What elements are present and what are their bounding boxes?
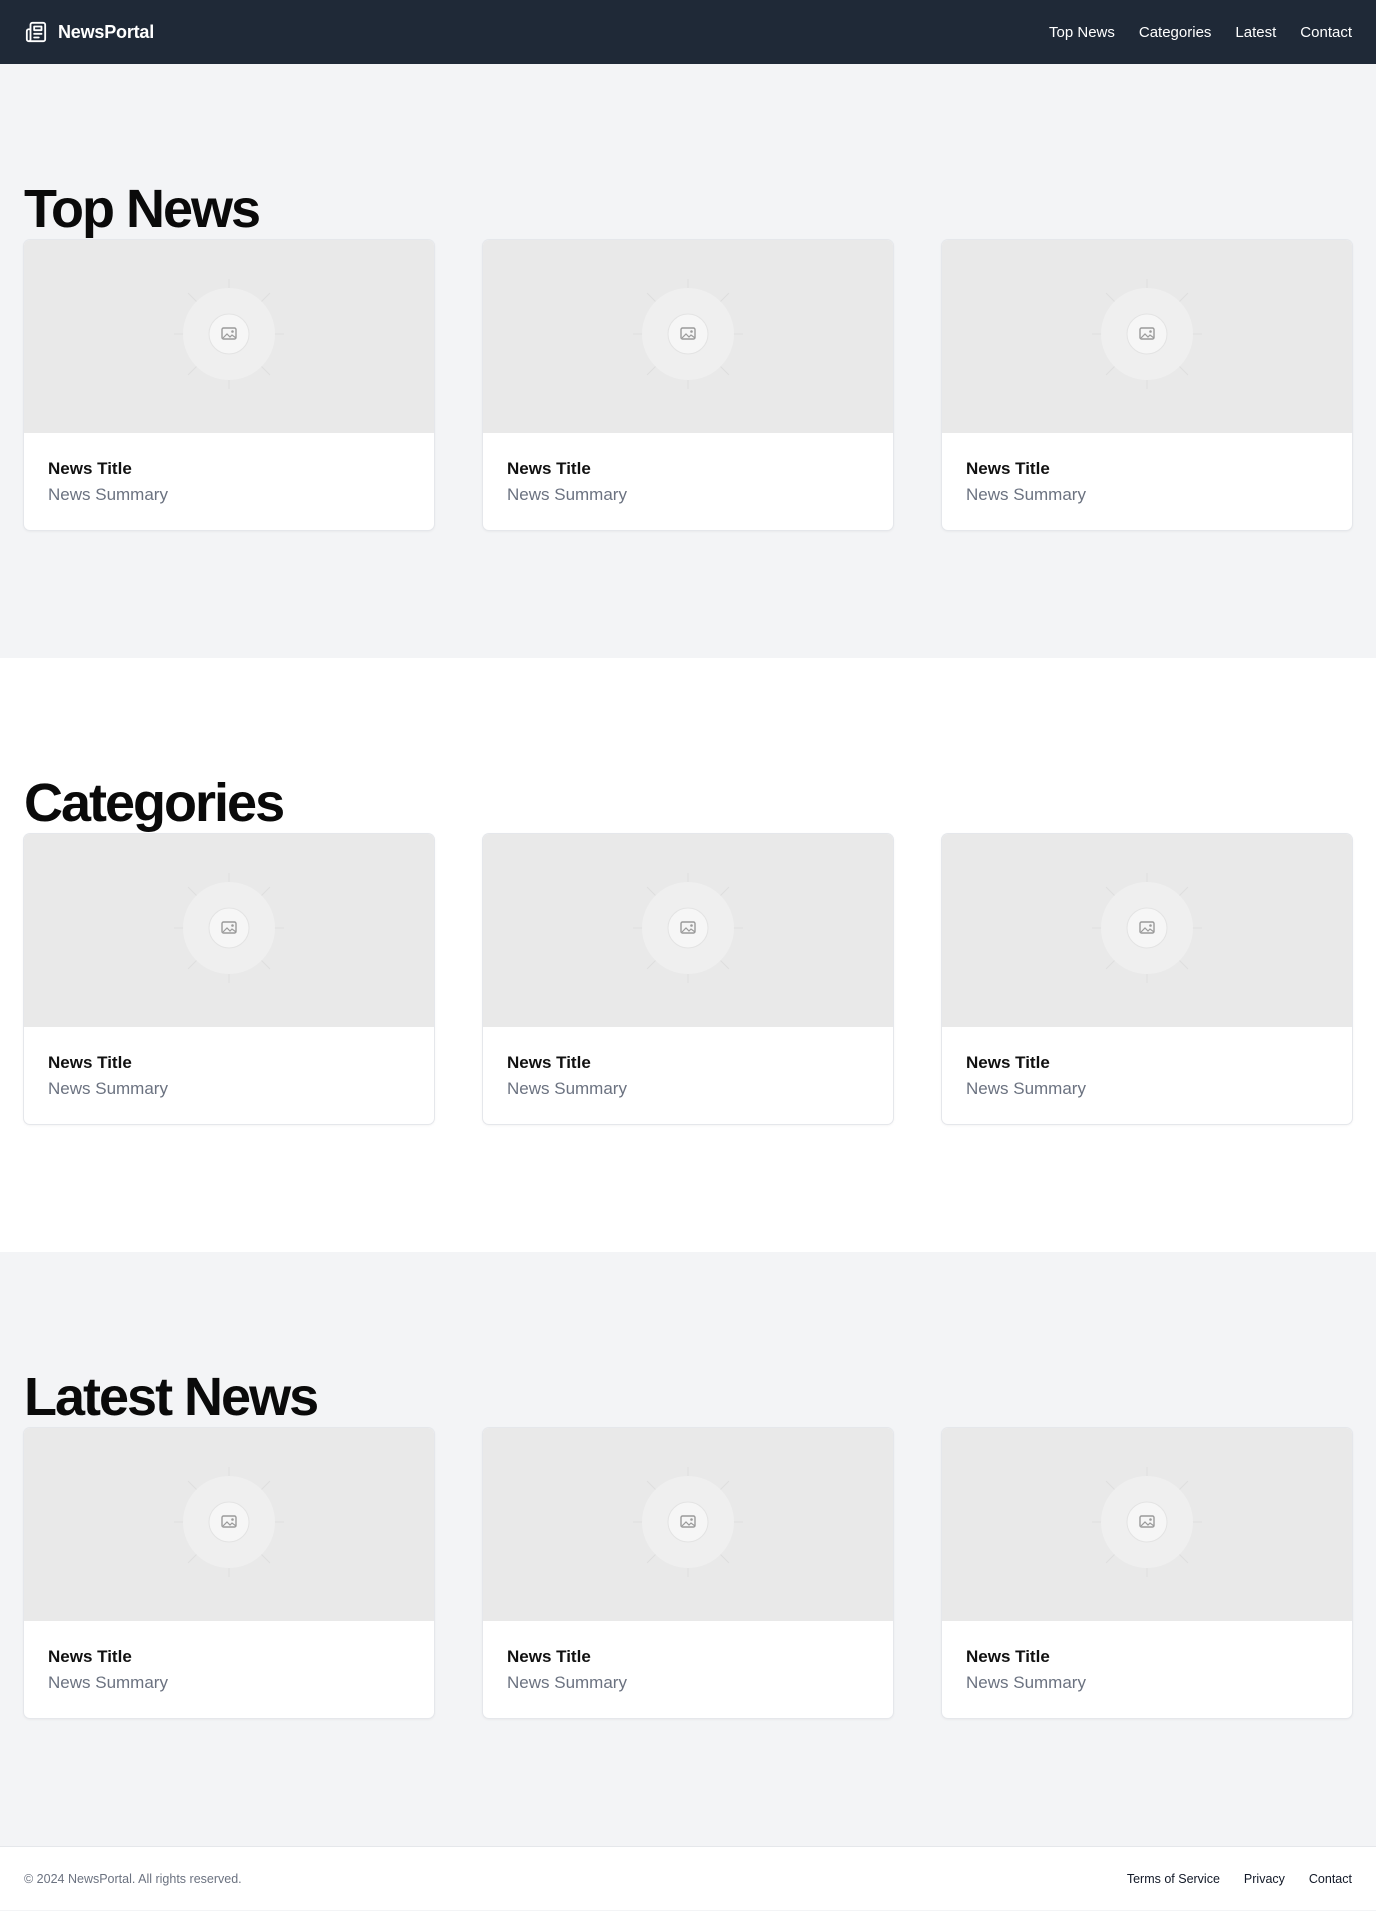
brand-name: NewsPortal (58, 21, 155, 42)
card-image-placeholder (24, 240, 434, 433)
card-image-placeholder (483, 240, 893, 433)
news-title: News Title (48, 459, 132, 478)
newspaper-icon (24, 20, 48, 44)
news-title: News Title (966, 459, 1050, 478)
footer-link-privacy[interactable]: Privacy (1244, 1872, 1285, 1886)
card-image-placeholder (483, 1428, 893, 1621)
section-heading: Latest News (24, 1367, 319, 1427)
card-image-placeholder (24, 834, 434, 1027)
section-heading: Categories (24, 773, 285, 833)
news-card[interactable]: News Title News Summary (24, 834, 434, 1124)
news-summary: News Summary (966, 1079, 1086, 1098)
news-title: News Title (966, 1053, 1050, 1072)
footer-link-contact[interactable]: Contact (1309, 1872, 1352, 1886)
card-grid: News Title News Summary News Title News Sum… (24, 240, 1352, 530)
footer-link-terms[interactable]: Terms of Service (1127, 1872, 1220, 1886)
image-placeholder-icon (174, 279, 284, 394)
news-title: News Title (48, 1647, 132, 1666)
image-placeholder-icon (1092, 279, 1202, 394)
news-title: News Title (966, 1647, 1050, 1666)
news-title: News Title (48, 1053, 132, 1072)
news-title: News Title (507, 1647, 591, 1666)
card-image-placeholder (942, 834, 1352, 1027)
site-footer: © 2024 NewsPortal. All rights reserved. … (0, 1846, 1376, 1910)
top-news-section: Top News News Title News Summary News Titl… (0, 64, 1376, 658)
card-body: News Title News Summary (942, 1621, 1352, 1693)
main-nav: Top News Categories Latest Contact (1049, 24, 1352, 41)
card-body: News Title News Summary (483, 1621, 893, 1693)
card-body: News Title News Summary (942, 1027, 1352, 1099)
news-summary: News Summary (48, 1673, 168, 1692)
card-grid: News Title News Summary News Title News Sum… (24, 834, 1352, 1124)
footer-links: Terms of Service Privacy Contact (1127, 1872, 1352, 1886)
image-placeholder-icon (633, 873, 743, 988)
card-image-placeholder (942, 1428, 1352, 1621)
card-body: News Title News Summary (24, 1027, 434, 1099)
news-card[interactable]: News Title News Summary (942, 1428, 1352, 1718)
card-body: News Title News Summary (483, 433, 893, 505)
main-content: Top News News Title News Summary News Titl… (0, 64, 1376, 1846)
section-heading: Top News (24, 179, 261, 239)
image-placeholder-icon (174, 1467, 284, 1582)
site-header: NewsPortal Top News Categories Latest Co… (0, 0, 1376, 64)
news-summary: News Summary (966, 485, 1086, 504)
card-image-placeholder (942, 240, 1352, 433)
card-body: News Title News Summary (24, 1621, 434, 1693)
image-placeholder-icon (174, 873, 284, 988)
news-summary: News Summary (48, 1079, 168, 1098)
news-summary: News Summary (507, 485, 627, 504)
nav-latest[interactable]: Latest (1235, 24, 1276, 41)
news-summary: News Summary (966, 1673, 1086, 1692)
nav-contact[interactable]: Contact (1300, 24, 1352, 41)
news-card[interactable]: News Title News Summary (942, 240, 1352, 530)
news-title: News Title (507, 1053, 591, 1072)
news-card[interactable]: News Title News Summary (24, 1428, 434, 1718)
categories-section: Categories News Title News Summary News Ti… (0, 658, 1376, 1252)
news-title: News Title (507, 459, 591, 478)
news-card[interactable]: News Title News Summary (483, 240, 893, 530)
card-image-placeholder (24, 1428, 434, 1621)
card-image-placeholder (483, 834, 893, 1027)
news-card[interactable]: News Title News Summary (942, 834, 1352, 1124)
image-placeholder-icon (1092, 1467, 1202, 1582)
news-card[interactable]: News Title News Summary (483, 834, 893, 1124)
card-body: News Title News Summary (942, 433, 1352, 505)
card-grid: News Title News Summary News Title News Sum… (24, 1428, 1352, 1718)
copyright-text: © 2024 NewsPortal. All rights reserved. (24, 1871, 242, 1886)
latest-news-section: Latest News News Title News Summary News T… (0, 1252, 1376, 1846)
news-card[interactable]: News Title News Summary (24, 240, 434, 530)
news-card[interactable]: News Title News Summary (483, 1428, 893, 1718)
card-body: News Title News Summary (483, 1027, 893, 1099)
brand-link[interactable]: NewsPortal (24, 20, 154, 44)
nav-categories[interactable]: Categories (1139, 24, 1212, 41)
card-body: News Title News Summary (24, 433, 434, 505)
nav-top-news[interactable]: Top News (1049, 24, 1115, 41)
image-placeholder-icon (633, 279, 743, 394)
image-placeholder-icon (1092, 873, 1202, 988)
news-summary: News Summary (48, 485, 168, 504)
news-summary: News Summary (507, 1079, 627, 1098)
news-summary: News Summary (507, 1673, 627, 1692)
image-placeholder-icon (633, 1467, 743, 1582)
